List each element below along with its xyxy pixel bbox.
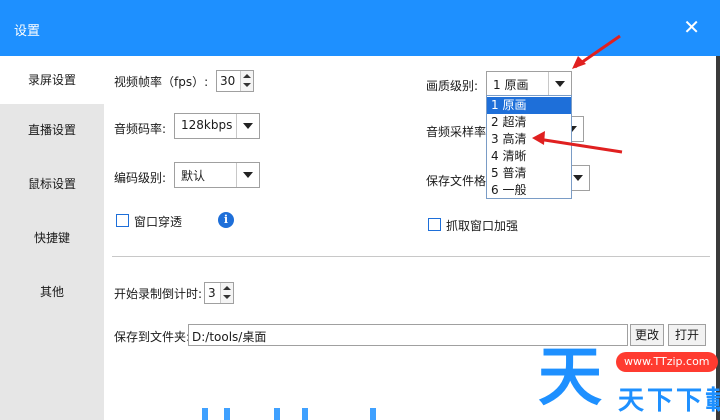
quality-option-1[interactable]: 1 原画 bbox=[487, 97, 571, 114]
countdown-label: 开始录制倒计时: bbox=[114, 287, 203, 301]
chevron-down-icon[interactable] bbox=[236, 114, 259, 138]
quality-option-3[interactable]: 3 高清 bbox=[487, 131, 571, 148]
audio-bitrate-value: 128kbps bbox=[181, 118, 233, 132]
sidebar-item-live[interactable]: 直播设置 bbox=[0, 106, 104, 154]
countdown-spin-icon[interactable] bbox=[220, 283, 233, 303]
watermark-big-char: 天 bbox=[538, 341, 602, 415]
watermark-text: 天下下載 bbox=[618, 386, 720, 416]
title-bar: 设置 ✕ bbox=[0, 0, 720, 56]
sample-rate-label: 音频采样率 bbox=[426, 125, 487, 139]
countdown-value: 3 bbox=[208, 286, 216, 300]
save-folder-label: 保存到文件夹: bbox=[114, 330, 191, 344]
sidebar-item-mouse[interactable]: 鼠标设置 bbox=[0, 160, 104, 208]
section-divider bbox=[112, 256, 710, 257]
encode-level-select[interactable]: 默认 bbox=[174, 162, 260, 188]
fps-stepper[interactable]: 30 bbox=[216, 70, 254, 92]
quality-option-2[interactable]: 2 超清 bbox=[487, 114, 571, 131]
capture-enhance-checkbox[interactable] bbox=[428, 218, 441, 231]
close-icon[interactable]: ✕ bbox=[683, 14, 700, 40]
sidebar-item-other[interactable]: 其他 bbox=[0, 268, 104, 316]
fps-value: 30 bbox=[220, 74, 236, 88]
save-folder-value: D:/tools/桌面 bbox=[192, 330, 267, 344]
audio-bitrate-select[interactable]: 128kbps bbox=[174, 113, 260, 139]
sidebar-item-record[interactable]: 录屏设置 bbox=[0, 56, 104, 104]
watermark-url: www.TTzip.com bbox=[616, 352, 718, 372]
window-through-label: 窗口穿透 bbox=[134, 215, 183, 229]
save-format-label: 保存文件格 bbox=[426, 174, 487, 188]
encode-level-label: 编码级别: bbox=[114, 171, 167, 185]
fps-label: 视频帧率（fps）: bbox=[114, 75, 209, 89]
quality-option-4[interactable]: 4 清晰 bbox=[487, 148, 571, 165]
settings-sidebar: 录屏设置 直播设置 鼠标设置 快捷键 其他 bbox=[0, 56, 104, 420]
encode-level-value: 默认 bbox=[181, 169, 206, 183]
window-title: 设置 bbox=[14, 24, 41, 39]
quality-value: 1 原画 bbox=[493, 78, 529, 92]
watermark-logo: 天 www.TTzip.com 天下下載 bbox=[538, 336, 720, 420]
capture-enhance-label: 抓取窗口加强 bbox=[446, 219, 519, 233]
countdown-stepper[interactable]: 3 bbox=[204, 282, 234, 304]
info-icon[interactable]: i bbox=[218, 212, 234, 228]
fps-spin-icon[interactable] bbox=[240, 71, 253, 91]
quality-label: 画质级别: bbox=[426, 79, 479, 93]
quality-select[interactable]: 1 原画 bbox=[486, 71, 572, 97]
audio-bitrate-label: 音频码率: bbox=[114, 122, 167, 136]
quality-option-6[interactable]: 6 一般 bbox=[487, 182, 571, 199]
chevron-down-icon[interactable] bbox=[548, 72, 571, 96]
window-through-checkbox[interactable] bbox=[116, 214, 129, 227]
quality-option-5[interactable]: 5 普清 bbox=[487, 165, 571, 182]
sidebar-item-hotkey[interactable]: 快捷键 bbox=[0, 214, 104, 262]
chevron-down-icon[interactable] bbox=[236, 163, 259, 187]
quality-dropdown-list: 1 原画 2 超清 3 高清 4 清晰 5 普清 6 一般 bbox=[486, 95, 572, 199]
